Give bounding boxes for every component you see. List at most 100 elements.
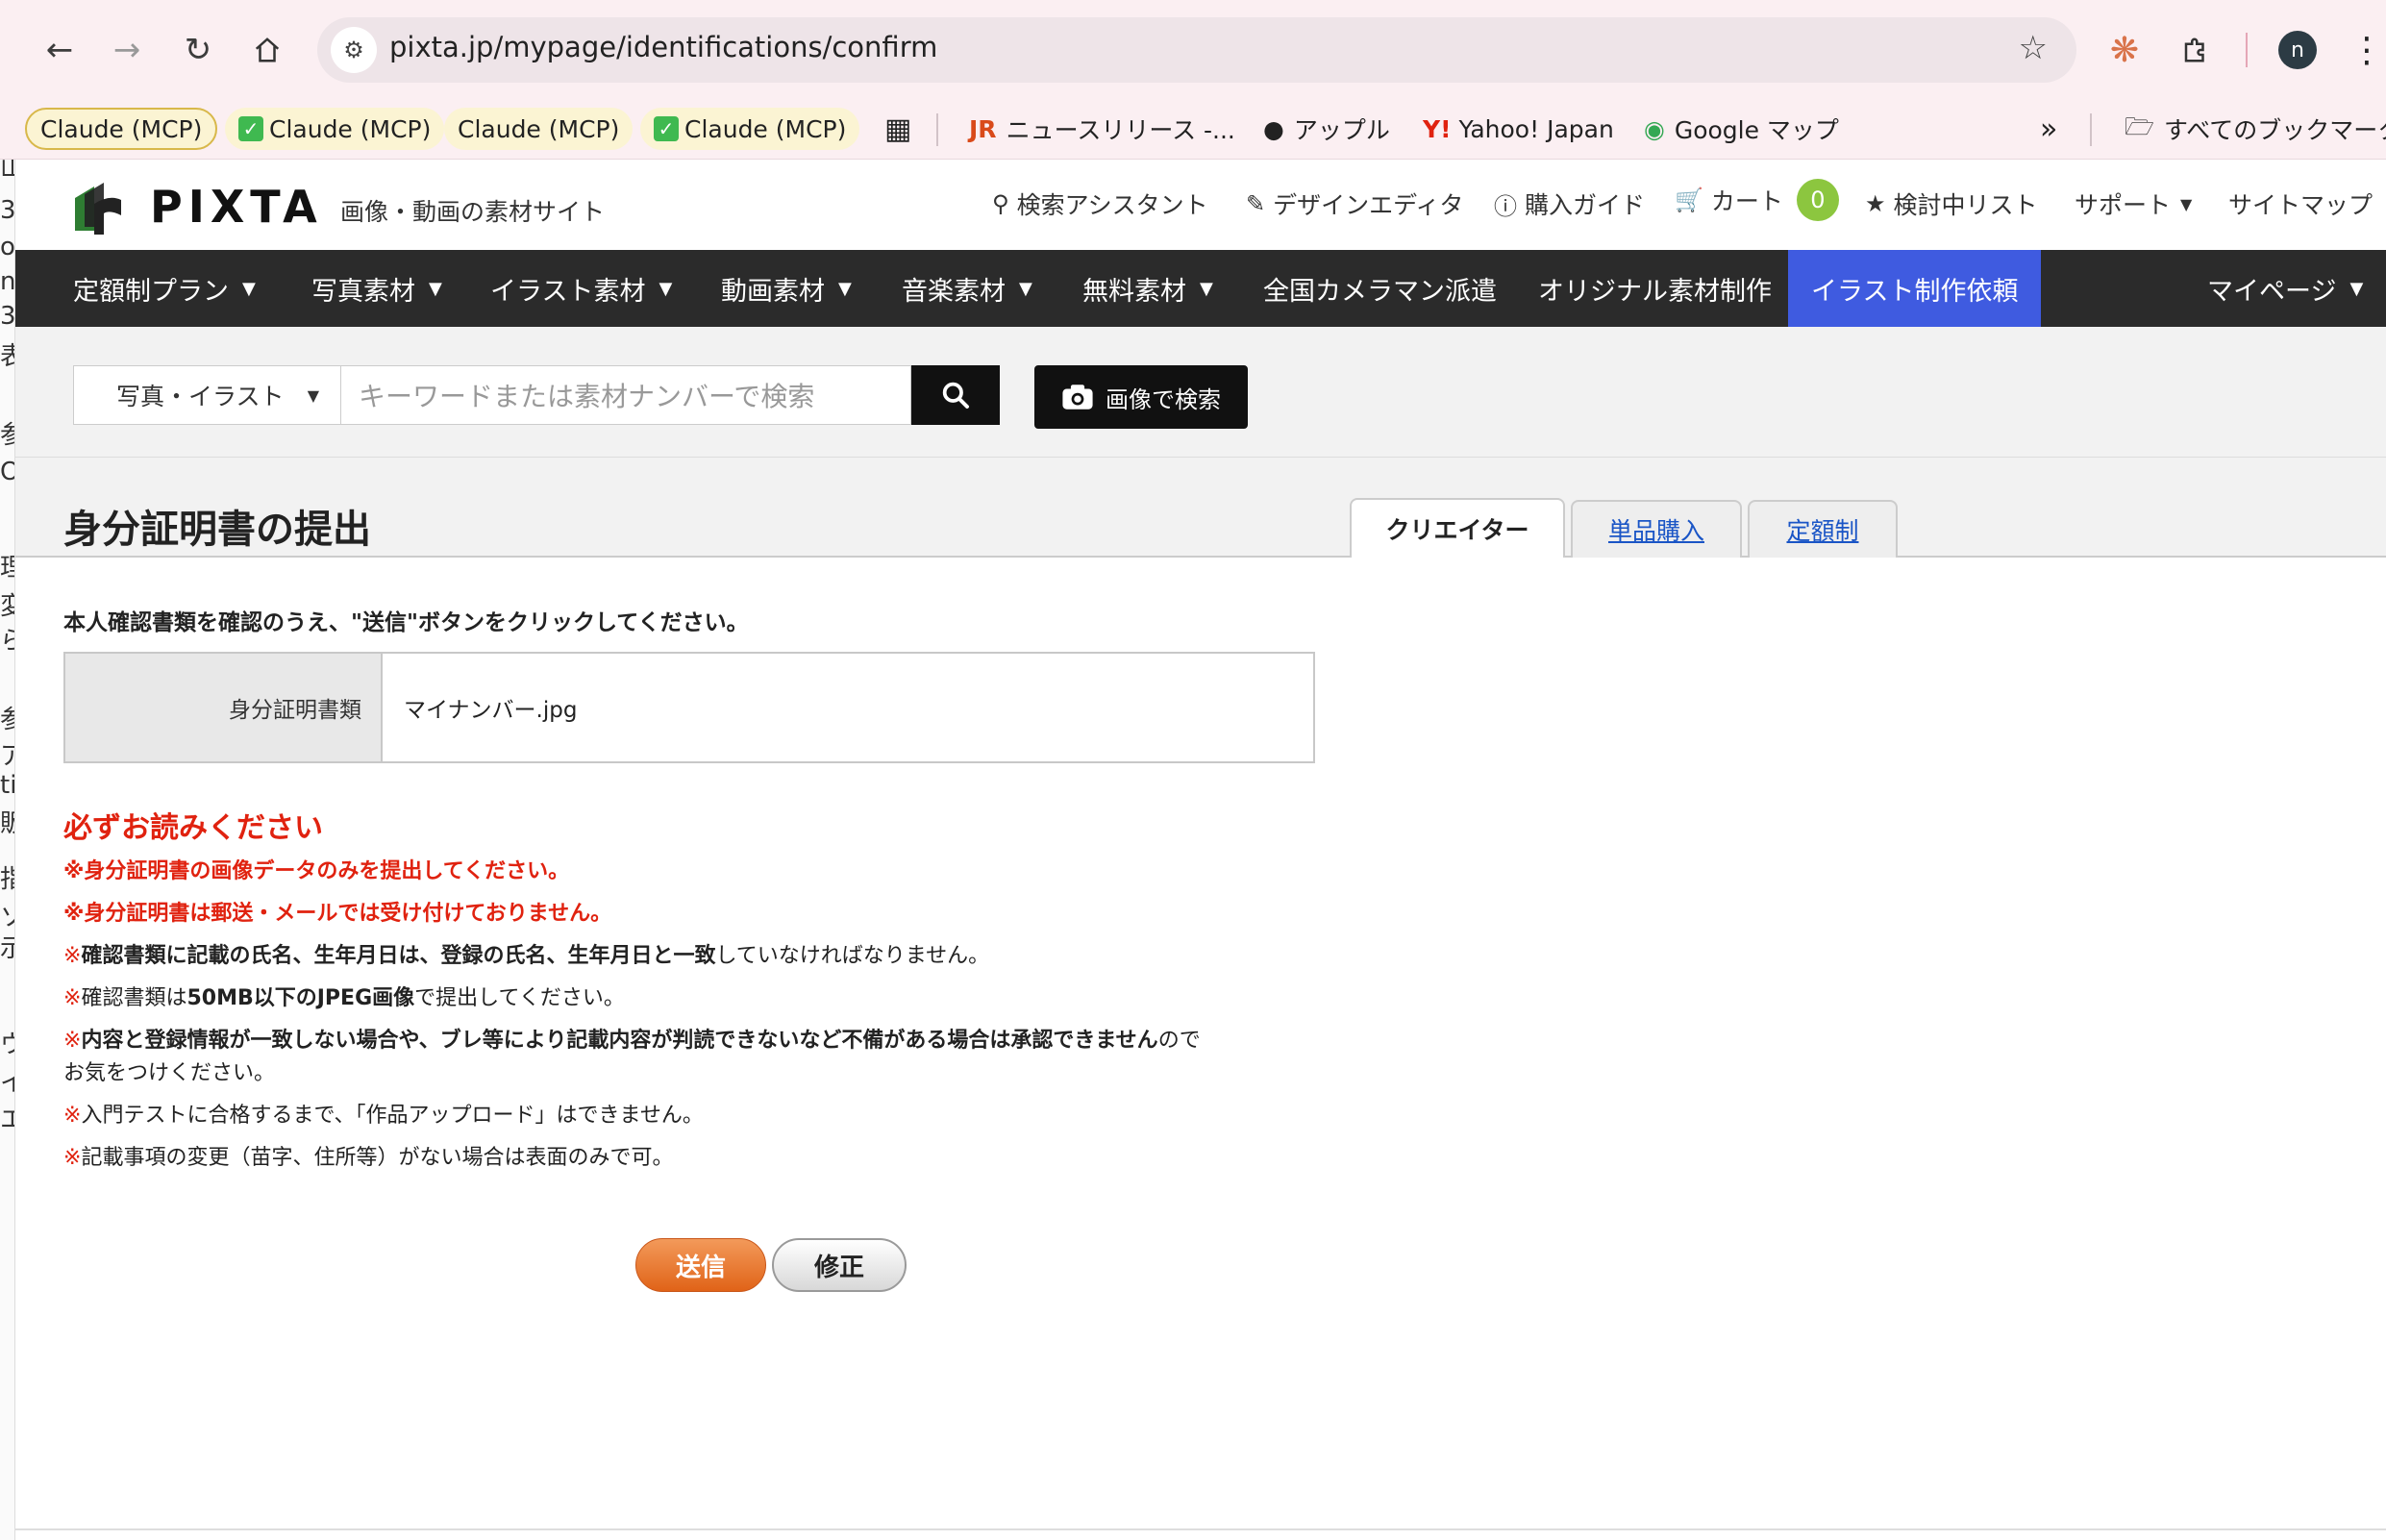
claude-extension-icon[interactable]: ❋ bbox=[2103, 29, 2146, 71]
nav-photos[interactable]: 写真素材 ▼ bbox=[311, 250, 442, 327]
tab-single-purchase[interactable]: 単品購入 bbox=[1571, 500, 1742, 558]
apps-grid-icon[interactable]: ▦ bbox=[871, 108, 925, 150]
bookmark-yahoo[interactable]: Y! Yahoo! Japan bbox=[1409, 108, 1628, 150]
image-search-button[interactable]: 画像で検索 bbox=[1034, 365, 1248, 429]
site-tagline: 画像・動画の素材サイト bbox=[340, 198, 606, 226]
bookmark-claude-1[interactable]: Claude (MCP) bbox=[25, 108, 218, 150]
pixta-logo-text[interactable]: PIXTA bbox=[150, 181, 323, 233]
page-title: 身分証明書の提出 bbox=[63, 508, 371, 552]
document-filename: マイナンバー.jpg bbox=[404, 698, 578, 723]
nav-free[interactable]: 無料素材 ▼ bbox=[1082, 250, 1213, 327]
jr-icon: JR bbox=[969, 114, 997, 143]
back-arrow-icon[interactable]: ← bbox=[40, 31, 79, 69]
notice-line-7: ※記載事項の変更（苗字、住所等）がない場合は表面のみで可。 bbox=[63, 1146, 674, 1170]
bookmark-separator bbox=[936, 113, 938, 146]
search-button[interactable] bbox=[911, 365, 1000, 425]
caret-down-icon: ▼ bbox=[838, 278, 852, 299]
notice-heading: 必ずお読みください bbox=[63, 811, 323, 845]
caret-down-icon: ▼ bbox=[429, 278, 442, 299]
nav-photographer-dispatch[interactable]: 全国カメラマン派遣 bbox=[1263, 250, 1497, 327]
bookmark-separator bbox=[2090, 113, 2092, 146]
edit-icon: ✎ bbox=[1246, 190, 1266, 217]
caret-down-icon: ▼ bbox=[1019, 278, 1032, 299]
url-text[interactable]: pixta.jp/mypage/identifications/confirm bbox=[389, 31, 937, 63]
main-nav: 定額制プラン ▼ 写真素材 ▼ イラスト素材 ▼ 動画素材 ▼ 音楽素材 ▼ 無料素材 ▼ … bbox=[15, 250, 2386, 327]
notice-line-2: ※身分証明書は郵送・メールでは受け付けておりません。 bbox=[63, 902, 612, 926]
bookmark-claude-2[interactable]: ✓ Claude (MCP) bbox=[225, 108, 445, 150]
document-table: 身分証明書類 マイナンバー.jpg bbox=[63, 652, 1315, 763]
menu-kebab-icon[interactable]: ⋮ bbox=[2346, 29, 2386, 71]
caret-down-icon: ▼ bbox=[1200, 278, 1213, 299]
home-icon[interactable] bbox=[248, 31, 286, 69]
intro-instruction: 本人確認書類を確認のうえ、"送信"ボタンをクリックしてください。 bbox=[63, 610, 749, 635]
nav-original-production[interactable]: オリジナル素材制作 bbox=[1538, 250, 1772, 327]
notice-line-1: ※身分証明書の画像データのみを提出してください。 bbox=[63, 859, 570, 883]
wishlist-link[interactable]: ★ 検討中リスト bbox=[1865, 186, 2038, 221]
site-settings-icon[interactable]: ⚙ bbox=[331, 27, 377, 73]
nav-illustration-request[interactable]: イラスト制作依頼 bbox=[1788, 250, 2042, 327]
bookmark-claude-4[interactable]: ✓ Claude (MCP) bbox=[640, 108, 860, 150]
notice-line-5: ※内容と登録情報が一致しない場合や、ブレ等により記載内容が判読できないなど不備が… bbox=[63, 1029, 1201, 1085]
nav-illustrations[interactable]: イラスト素材 ▼ bbox=[490, 250, 672, 327]
bookmark-google-maps[interactable]: ◉ Google マップ bbox=[1630, 108, 1852, 150]
document-label: 身分証明書類 bbox=[65, 654, 383, 761]
star-icon: ★ bbox=[1865, 190, 1886, 217]
support-menu[interactable]: サポート ▼ bbox=[2075, 186, 2192, 221]
bookmark-star-icon[interactable]: ☆ bbox=[2019, 29, 2048, 67]
profile-avatar[interactable]: n bbox=[2278, 31, 2317, 69]
all-bookmarks-folder[interactable]: 🗁 すべてのブックマーク bbox=[2111, 108, 2386, 150]
pixta-logo-icon[interactable] bbox=[71, 181, 127, 240]
camera-icon bbox=[1062, 385, 1093, 410]
caret-down-icon: ▼ bbox=[2180, 194, 2193, 213]
yahoo-icon: Y! bbox=[1423, 114, 1452, 143]
sitemap-link[interactable]: サイトマップ bbox=[2228, 186, 2373, 221]
search-category-select[interactable]: 写真・イラスト ▼ bbox=[73, 365, 340, 425]
tab-creator[interactable]: クリエイター bbox=[1350, 498, 1565, 558]
bookmarks-bar: Claude (MCP) ✓ Claude (MCP) Claude (MCP) … bbox=[0, 100, 2386, 160]
caret-down-icon: ▼ bbox=[242, 278, 256, 299]
bookmark-apple[interactable]: ● アップル bbox=[1250, 108, 1404, 150]
site-header: PIXTA 画像・動画の素材サイト ⚲ 検索アシスタント ✎ デザインエディタ ⓘ 購… bbox=[15, 160, 2386, 250]
bookmark-jr[interactable]: JR ニュースリリース -... bbox=[956, 108, 1249, 150]
more-bookmarks-chevron[interactable]: » bbox=[2026, 108, 2071, 150]
edit-button[interactable]: 修正 bbox=[772, 1238, 907, 1292]
nav-videos[interactable]: 動画素材 ▼ bbox=[721, 250, 852, 327]
page-title-band: 身分証明書の提出 クリエイター 単品購入 定額制 bbox=[15, 458, 2386, 558]
notice-line-3: ※確認書類に記載の氏名、生年月日は、登録の氏名、生年月日と一致していなければなり… bbox=[63, 944, 990, 968]
browser-toolbar: ← → ↻ ⚙ pixta.jp/mypage/identifications/… bbox=[0, 0, 2386, 100]
reload-icon[interactable]: ↻ bbox=[179, 31, 217, 69]
toolbar-divider bbox=[2246, 33, 2248, 67]
footer-divider bbox=[15, 1528, 2386, 1530]
design-editor-link[interactable]: ✎ デザインエディタ bbox=[1246, 186, 1463, 221]
check-icon: ✓ bbox=[238, 116, 263, 141]
info-icon: ⓘ bbox=[1494, 192, 1517, 220]
nav-music[interactable]: 音楽素材 ▼ bbox=[902, 250, 1032, 327]
search-input[interactable]: キーワードまたは素材ナンバーで検索 bbox=[340, 365, 911, 425]
folder-icon: 🗁 bbox=[2125, 112, 2155, 140]
nav-mypage[interactable]: マイページ ▼ bbox=[2207, 250, 2363, 327]
search-icon: ⚲ bbox=[992, 190, 1009, 217]
nav-subscription-plan[interactable]: 定額制プラン ▼ bbox=[73, 250, 256, 327]
search-icon bbox=[942, 382, 969, 409]
caret-down-icon: ▼ bbox=[2349, 278, 2364, 299]
notice-line-4: ※確認書類は50MB以下のJPEG画像で提出してください。 bbox=[63, 986, 625, 1010]
tab-subscription[interactable]: 定額制 bbox=[1748, 500, 1898, 558]
cart-count-badge: 0 bbox=[1796, 179, 1839, 221]
notice-line-6: ※入門テストに合格するまで、「作品アップロード」はできません。 bbox=[63, 1104, 704, 1128]
check-icon: ✓ bbox=[654, 116, 679, 141]
bookmark-claude-3[interactable]: Claude (MCP) bbox=[444, 108, 634, 150]
purchase-guide-link[interactable]: ⓘ 購入ガイド bbox=[1494, 186, 1645, 221]
caret-down-icon: ▼ bbox=[307, 385, 319, 405]
send-button[interactable]: 送信 bbox=[635, 1238, 766, 1292]
background-window-strip: 山 34 oc nt 34 表 参 O 理 変 ら 参 ア ti 販 指 ソ 示… bbox=[0, 160, 15, 1540]
address-bar[interactable]: ⚙ pixta.jp/mypage/identifications/confir… bbox=[317, 17, 2076, 83]
cart-link[interactable]: 🛒 カート 0 bbox=[1675, 179, 1839, 221]
search-band: 写真・イラスト ▼ キーワードまたは素材ナンバーで検索 画像で検索 bbox=[15, 327, 2386, 458]
apple-icon: ● bbox=[1263, 114, 1284, 143]
caret-down-icon: ▼ bbox=[659, 278, 673, 299]
main-content: 本人確認書類を確認のうえ、"送信"ボタンをクリックしてください。 身分証明書類 … bbox=[15, 558, 2386, 1528]
forward-arrow-icon[interactable]: → bbox=[108, 31, 146, 69]
google-maps-icon: ◉ bbox=[1644, 114, 1665, 143]
extensions-puzzle-icon[interactable] bbox=[2175, 29, 2217, 71]
search-assistant-link[interactable]: ⚲ 検索アシスタント bbox=[992, 186, 1208, 221]
